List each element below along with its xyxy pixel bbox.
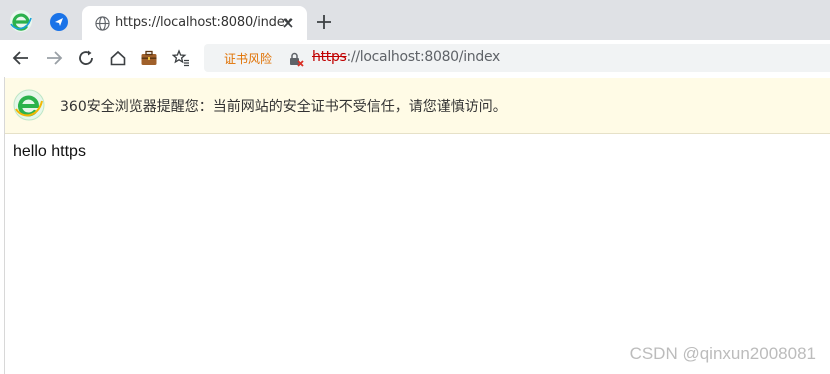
- globe-icon: [95, 16, 110, 31]
- certificate-risk-label[interactable]: 证书风险: [224, 50, 272, 67]
- url-host-path: ://localhost:8080/index: [346, 49, 501, 65]
- address-bar[interactable]: 证书风险 https://localhost:8080/index: [204, 44, 830, 72]
- security-warning-message: 360安全浏览器提醒您：当前网站的安全证书不受信任，请您谨慎访问。: [60, 99, 507, 115]
- send-pin-icon[interactable]: [50, 13, 68, 31]
- reload-icon[interactable]: [77, 49, 95, 67]
- briefcase-icon[interactable]: [140, 49, 158, 67]
- forward-icon[interactable]: [45, 49, 63, 67]
- home-icon[interactable]: [109, 49, 127, 67]
- url-protocol: https: [312, 49, 347, 65]
- tab-title: https://localhost:8080/index: [115, 15, 292, 30]
- close-tab-icon[interactable]: [282, 17, 294, 29]
- new-tab-icon[interactable]: [316, 14, 332, 30]
- 360-browser-logo-icon: [13, 89, 45, 121]
- page-body-text: hello https: [13, 143, 86, 160]
- back-icon[interactable]: [12, 49, 30, 67]
- url-text[interactable]: https://localhost:8080/index: [312, 49, 500, 65]
- favorites-icon[interactable]: [172, 49, 190, 67]
- tab-active[interactable]: https://localhost:8080/index: [82, 6, 307, 40]
- watermark: CSDN @qinxun2008081: [629, 344, 816, 363]
- browser-logo-icon[interactable]: [9, 9, 33, 33]
- tab-strip: https://localhost:8080/index: [0, 0, 830, 40]
- navigation-toolbar: 证书风险 https://localhost:8080/index: [0, 40, 830, 77]
- security-warning-bar: 360安全浏览器提醒您：当前网站的安全证书不受信任，请您谨慎访问。: [5, 78, 830, 134]
- insecure-lock-icon[interactable]: [288, 51, 304, 67]
